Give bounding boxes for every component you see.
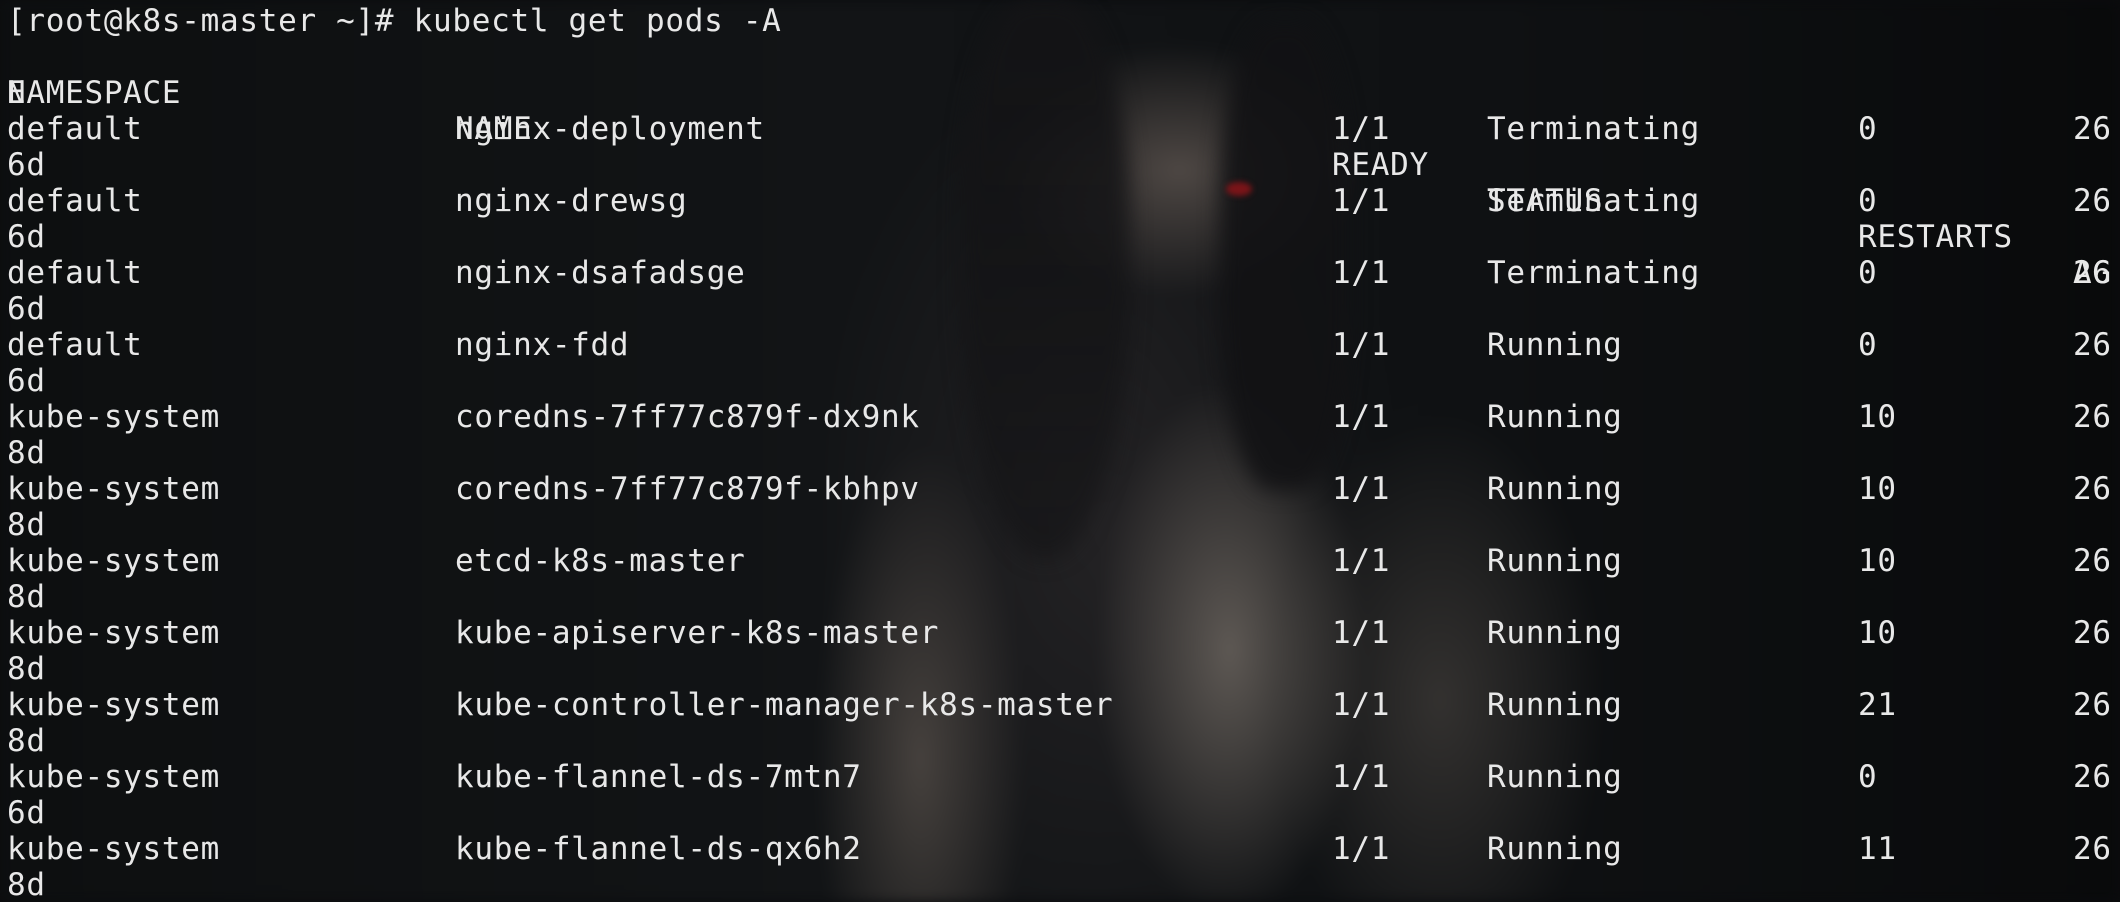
cell-age: 26 [2073,615,2112,651]
cell-ready: 1/1 [1332,327,1391,363]
table-row: kube-system kube-flannel-ds-qx6h2 1/1 Runni… [0,831,2120,867]
cell-namespace: kube-system [7,687,220,723]
cell-status: Terminating [1487,183,1700,219]
header-restarts: RESTARTS [1858,219,2013,255]
table-row: kube-system kube-flannel-ds-7mtn7 1/1 Runni… [0,759,2120,795]
header-age-wrap: E [7,75,27,111]
cell-ready: 1/1 [1332,615,1391,651]
cell-age: 26 [2073,687,2112,723]
table-row: kube-system coredns-7ff77c879f-dx9nk 1/1 Ru… [0,399,2120,435]
cell-restarts: 21 [1858,687,1897,723]
cell-name: kube-flannel-ds-7mtn7 [455,759,862,795]
cell-restarts: 0 [1858,183,1878,219]
cell-age: 26 [2073,471,2112,507]
header-ready: READY [1332,147,1429,183]
cell-ready: 1/1 [1332,183,1391,219]
cell-ready: 1/1 [1332,543,1391,579]
cell-age-wrap: 8d [7,651,46,687]
cell-age-wrap: 8d [7,723,46,759]
cell-status: Running [1487,759,1623,795]
cell-age-wrap: 6d [7,147,46,183]
cell-name: nginx-dsafadsge [455,255,746,291]
table-row: kube-system kube-controller-manager-k8s-m… [0,687,2120,723]
cell-age-wrap: 8d [7,435,46,471]
cell-name: etcd-k8s-master [455,543,746,579]
cell-age: 26 [2073,111,2112,147]
cell-ready: 1/1 [1332,759,1391,795]
cell-restarts: 10 [1858,615,1897,651]
cell-status: Terminating [1487,111,1700,147]
table-row: default nginx-drewsg 1/1 Terminating 0 26 [0,183,2120,219]
cell-name: coredns-7ff77c879f-dx9nk [455,399,920,435]
command-prompt-line: [root@k8s-master ~]# kubectl get pods -A [7,3,782,39]
cell-namespace: kube-system [7,399,220,435]
terminal-output[interactable]: [root@k8s-master ~]# kubectl get pods -A… [0,0,2120,902]
cell-ready: 1/1 [1332,831,1391,867]
cell-age: 26 [2073,327,2112,363]
table-row: default nginx-fdd 1/1 Running 0 26 [0,327,2120,363]
cell-age: 26 [2073,759,2112,795]
table-header: NAMESPACE NAME READY STATUS RESTARTS AG [0,39,2120,291]
cell-restarts: 10 [1858,471,1897,507]
cell-namespace: default [7,111,143,147]
cell-name: kube-controller-manager-k8s-master [455,687,1114,723]
cell-age-wrap: 6d [7,219,46,255]
cell-age-wrap: 8d [7,579,46,615]
cell-namespace: kube-system [7,615,220,651]
cell-restarts: 0 [1858,759,1878,795]
cell-restarts: 0 [1858,111,1878,147]
cell-restarts: 0 [1858,327,1878,363]
cell-age-wrap: 8d [7,507,46,543]
cell-name: nginx-drewsg [455,183,688,219]
cell-name: kube-apiserver-k8s-master [455,615,940,651]
cell-status: Terminating [1487,255,1700,291]
cell-status: Running [1487,471,1623,507]
cell-status: Running [1487,327,1623,363]
cell-name: coredns-7ff77c879f-kbhpv [455,471,920,507]
cell-restarts: 10 [1858,399,1897,435]
cell-age-wrap: 6d [7,795,46,831]
cell-age-wrap: 6d [7,363,46,399]
cell-ready: 1/1 [1332,111,1391,147]
cell-age-wrap: 8d [7,867,46,902]
cell-namespace: kube-system [7,831,220,867]
cell-ready: 1/1 [1332,399,1391,435]
cell-status: Running [1487,399,1623,435]
header-namespace: NAMESPACE [7,75,182,111]
cell-age-wrap: 6d [7,291,46,327]
cell-age: 26 [2073,831,2112,867]
table-row: default nginx-deployment 1/1 Terminating 0 26 [0,111,2120,147]
cell-age: 26 [2073,183,2112,219]
cell-namespace: default [7,327,143,363]
cell-restarts: 11 [1858,831,1897,867]
table-row: default nginx-dsafadsge 1/1 Terminating 0 26 [0,255,2120,291]
table-row: kube-system kube-apiserver-k8s-master 1/1 R… [0,615,2120,651]
cell-namespace: kube-system [7,543,220,579]
cell-age: 26 [2073,255,2112,291]
cell-namespace: default [7,183,143,219]
cell-age: 26 [2073,543,2112,579]
cell-ready: 1/1 [1332,255,1391,291]
cell-namespace: kube-system [7,759,220,795]
cell-namespace: default [7,255,143,291]
cell-restarts: 10 [1858,543,1897,579]
cell-namespace: kube-system [7,471,220,507]
cell-restarts: 0 [1858,255,1878,291]
table-row: kube-system coredns-7ff77c879f-kbhpv 1/1 Ru… [0,471,2120,507]
cell-ready: 1/1 [1332,471,1391,507]
cell-age: 26 [2073,399,2112,435]
cell-name: kube-flannel-ds-qx6h2 [455,831,862,867]
cell-name: nginx-deployment [455,111,765,147]
cell-ready: 1/1 [1332,687,1391,723]
table-row: kube-system etcd-k8s-master 1/1 Running 10 26 [0,543,2120,579]
cell-status: Running [1487,543,1623,579]
cell-status: Running [1487,687,1623,723]
cell-status: Running [1487,831,1623,867]
cell-status: Running [1487,615,1623,651]
cell-name: nginx-fdd [455,327,630,363]
